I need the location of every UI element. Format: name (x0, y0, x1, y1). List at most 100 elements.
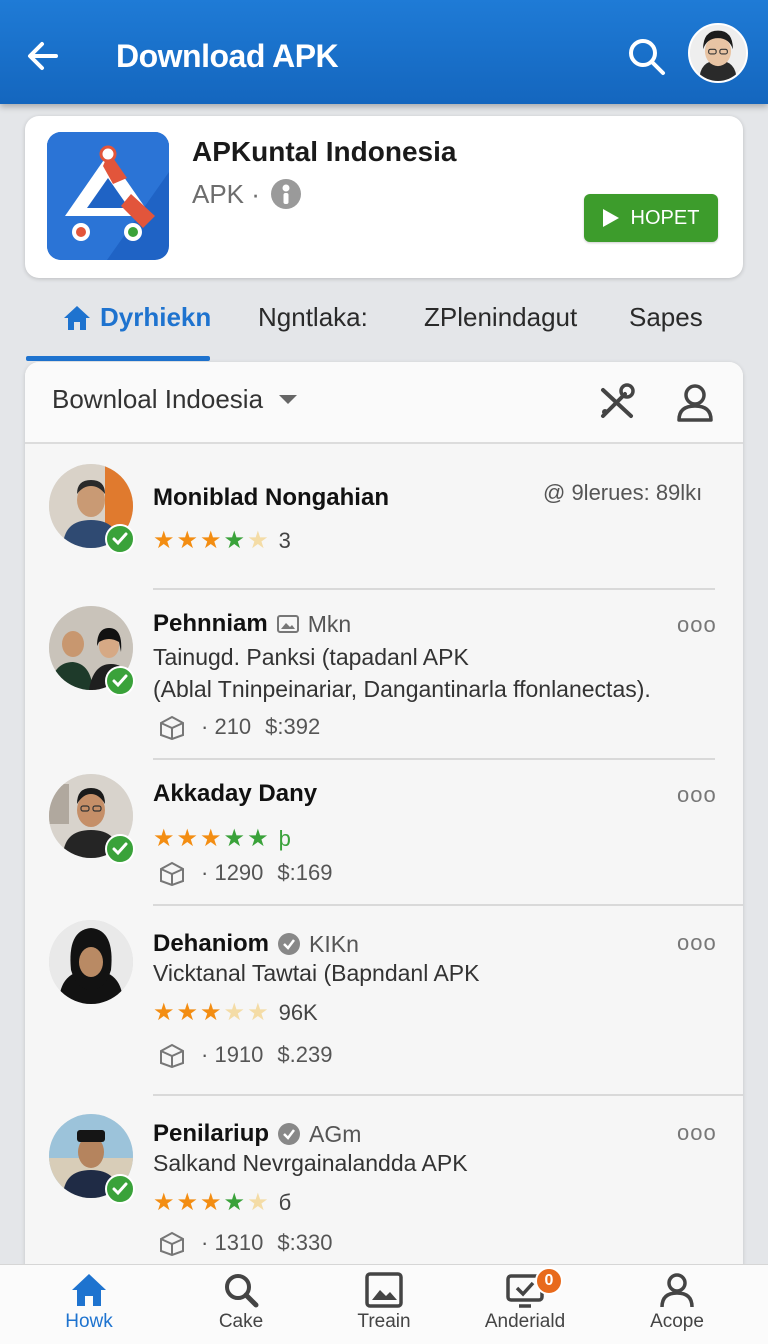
review-text: Salkand Nevrgainalandda APK (153, 1150, 468, 1176)
package-icon (160, 861, 184, 886)
review-meta: · 1290 $:169 (157, 860, 332, 886)
more-options-icon[interactable]: ooo (677, 782, 717, 808)
person-icon[interactable] (673, 380, 717, 424)
info-badge-icon (270, 179, 301, 209)
avatar (49, 1114, 135, 1204)
reviewer-name: Pehnniam (153, 610, 268, 637)
review-text: Tainugd. Panksi (tapadanl APK (153, 644, 469, 670)
verified-check-icon (105, 1174, 135, 1204)
review-meta: · 1310 $:330 (157, 1230, 332, 1256)
rating-stars: ★ ★ ★ ★ ★ 3 (153, 527, 291, 554)
page-title: Download APK (116, 38, 339, 74)
active-tab-indicator (26, 356, 210, 361)
avatar (49, 464, 135, 554)
app-type-label: APK · (192, 178, 260, 209)
tab-zplenindagut[interactable]: ZPlenindagut (424, 302, 577, 333)
rating-stars: ★ ★ ★ ★ ★ þ (153, 825, 291, 852)
nav-item-treain[interactable]: Treain (324, 1271, 444, 1333)
price-label: $:169 (277, 860, 333, 885)
reviewer-name: Penilariup (153, 1120, 270, 1147)
rating-count: 3 (278, 528, 291, 553)
verified-check-icon (105, 666, 135, 696)
divider (153, 588, 715, 590)
verified-badge-icon (278, 933, 301, 955)
divider (153, 758, 715, 760)
tab-sapes[interactable]: Sapes (629, 302, 703, 333)
more-options-icon[interactable]: ooo (677, 1120, 717, 1146)
avatar (49, 774, 135, 864)
tab-ngntlaka[interactable]: Ngntlaka: (258, 302, 368, 333)
reviewer-tag: KIKn (309, 930, 359, 957)
price-label: $.239 (277, 1042, 333, 1067)
price-label: $:330 (277, 1230, 333, 1255)
hopet-button-label: HOPET (630, 206, 700, 229)
hopet-button[interactable]: HOPET (584, 194, 718, 242)
notification-badge: 0 (535, 1267, 563, 1295)
tab-bar: Dyrhiekn Ngntlaka: ZPlenindagut Sapes (0, 290, 768, 362)
more-options-icon[interactable]: ooo (677, 612, 717, 638)
divider (153, 904, 743, 906)
nav-label: Cake (218, 1311, 264, 1332)
reviews-panel: Bownloal Indoesia @ 9lerues: 89lkı Monib… (25, 362, 743, 1282)
play-icon (602, 209, 619, 227)
app-subtitle: APK · (192, 178, 302, 210)
more-options-icon[interactable]: ooo (677, 930, 717, 956)
app-info-card: APKuntal Indonesia APK · HOPET (25, 116, 743, 278)
person-icon (660, 1273, 694, 1308)
reviewer-name: Moniblad Nongahian (153, 484, 389, 511)
download-count: 210 (214, 714, 252, 739)
price-label: $:392 (265, 714, 321, 739)
reviewer-tag: Mkn (307, 610, 352, 637)
panel-header: Bownloal Indoesia (25, 362, 743, 444)
reviewer-name-row: Dehaniom KIKn (153, 930, 359, 958)
app-logo-icon (47, 132, 169, 260)
image-icon (365, 1272, 403, 1308)
verified-check-icon (105, 834, 135, 864)
package-icon (160, 1043, 184, 1068)
image-icon (276, 615, 299, 633)
package-icon (160, 715, 184, 740)
arrow-left-icon[interactable] (22, 34, 66, 78)
chevron-down-icon (279, 395, 298, 404)
rating-count: б (278, 1190, 292, 1215)
divider (153, 1094, 743, 1096)
nav-label: Howk (65, 1311, 113, 1332)
nav-item-acope[interactable]: Acope (617, 1271, 737, 1333)
rating-count: þ (278, 826, 291, 851)
filter-dropdown[interactable]: Bownloal Indoesia (52, 384, 298, 415)
stats-label[interactable]: @ 9lerues: 89lkı (543, 480, 702, 506)
rating-stars: ★ ★ ★ ★ ★ б (153, 1189, 292, 1216)
reviewer-name-row: Penilariup AGm (153, 1120, 361, 1148)
reviewer-tag: AGm (309, 1120, 362, 1147)
verified-check-icon (105, 524, 135, 554)
download-count: 1290 (214, 860, 264, 885)
reviewer-name: Dehaniom (153, 930, 270, 957)
avatar (49, 920, 133, 1004)
nav-label: Acope (650, 1311, 704, 1332)
home-icon (72, 1274, 106, 1306)
rating-count: 96K (278, 1000, 318, 1025)
app-bar: Download APK (0, 0, 768, 104)
nav-item-cake[interactable]: Cake (181, 1271, 301, 1333)
home-icon (64, 305, 90, 330)
nav-label: Treain (357, 1311, 411, 1332)
search-icon (225, 1274, 259, 1308)
tools-icon[interactable] (595, 380, 639, 424)
download-count: 1310 (214, 1230, 264, 1255)
review-meta: · 210 $:392 (157, 714, 320, 740)
verified-badge-icon (278, 1123, 301, 1145)
nav-item-anderiald[interactable]: 0 Anderiald (465, 1267, 585, 1333)
reviewer-name: Akkaday Dany (153, 780, 318, 807)
user-avatar[interactable] (688, 23, 748, 83)
tab-label: Dyrhiekn (100, 302, 212, 332)
app-name: APKuntal Indonesia (192, 136, 457, 167)
review-text: Vicktanal Tawtai (Bapndanl APK (153, 960, 480, 986)
rating-stars: ★ ★ ★ ★ ★ 96K (153, 999, 318, 1026)
filter-dropdown-label: Bownloal Indoesia (52, 384, 264, 414)
search-icon[interactable] (624, 34, 668, 78)
review-meta: · 1910 $.239 (157, 1042, 332, 1068)
package-icon (160, 1231, 184, 1256)
tab-dyrhiekn[interactable]: Dyrhiekn (62, 302, 211, 333)
download-count: 1910 (214, 1042, 264, 1067)
nav-item-howk[interactable]: Howk (29, 1271, 149, 1333)
